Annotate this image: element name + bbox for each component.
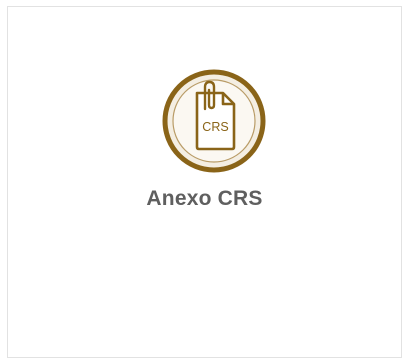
icon-label: CRS <box>202 120 228 134</box>
card-title: Anexo CRS <box>146 187 263 210</box>
clipped-document-icon: CRS <box>160 67 268 175</box>
anexo-crs-card[interactable]: CRS Anexo CRS <box>7 6 402 358</box>
